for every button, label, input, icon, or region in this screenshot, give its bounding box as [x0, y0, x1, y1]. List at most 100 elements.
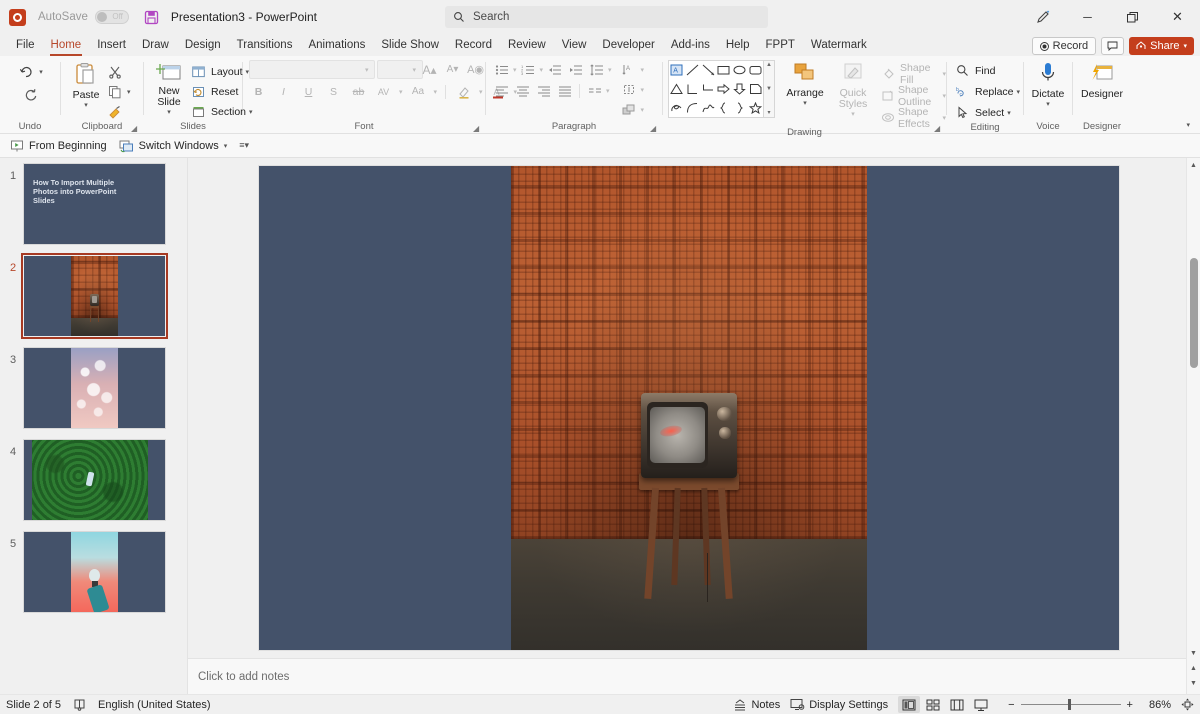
- restore-button[interactable]: [1110, 0, 1155, 34]
- bullets-chevron-down-icon[interactable]: ▾: [513, 66, 517, 74]
- paste-chevron-down-icon[interactable]: ▾: [84, 101, 88, 109]
- shapes-gallery-grid[interactable]: A: [668, 60, 764, 118]
- shapes-scroll-down-icon[interactable]: ▼: [766, 86, 772, 92]
- quick-styles-chevron-down-icon[interactable]: ▾: [851, 110, 855, 118]
- change-case-chevron-down-icon[interactable]: ▾: [434, 88, 438, 96]
- font-name-input[interactable]: [249, 60, 375, 79]
- shape-effects-chevron-down-icon[interactable]: ▾: [942, 114, 946, 122]
- canvas-vertical-scrollbar[interactable]: ▲ ▼ ▲ ▼: [1186, 158, 1200, 694]
- highlight-color-icon[interactable]: [454, 82, 473, 101]
- tab-review[interactable]: Review: [500, 35, 554, 56]
- increase-indent-icon[interactable]: [566, 60, 585, 79]
- replace-chevron-down-icon[interactable]: ▾: [1017, 88, 1021, 96]
- thumbnail-row-3[interactable]: 3: [0, 348, 187, 428]
- thumbnail-row-5[interactable]: 5: [0, 532, 187, 612]
- zoom-track[interactable]: [1020, 699, 1121, 710]
- shape-fill-chevron-down-icon[interactable]: ▾: [942, 70, 946, 78]
- font-dialog-launcher[interactable]: ◢: [473, 124, 482, 133]
- select-button[interactable]: Select ▾: [953, 103, 1011, 122]
- thumbnail-row-2[interactable]: 2: [0, 253, 187, 339]
- bold-icon[interactable]: B: [249, 82, 268, 101]
- align-left-icon[interactable]: [492, 81, 511, 100]
- cut-button[interactable]: [105, 62, 131, 81]
- slide-thumbnail-3[interactable]: [24, 348, 165, 428]
- decrease-font-icon[interactable]: A▾: [443, 60, 462, 79]
- slide-counter[interactable]: Slide 2 of 5: [6, 699, 61, 711]
- undo-button[interactable]: ▾: [17, 62, 43, 81]
- next-slide-icon[interactable]: ▼: [1187, 676, 1200, 690]
- text-direction-chevron-down-icon[interactable]: ▾: [641, 66, 645, 74]
- reading-view-icon[interactable]: [946, 696, 968, 713]
- tab-home[interactable]: Home: [43, 35, 90, 56]
- tab-animations[interactable]: Animations: [300, 35, 373, 56]
- new-slide-chevron-down-icon[interactable]: ▾: [167, 108, 171, 116]
- zoom-knob[interactable]: [1067, 699, 1071, 710]
- drawing-dialog-launcher[interactable]: ◢: [934, 124, 943, 133]
- line-spacing-icon[interactable]: [587, 60, 606, 79]
- save-icon[interactable]: [143, 9, 160, 26]
- tab-developer[interactable]: Developer: [594, 35, 662, 56]
- scrollbar-thumb[interactable]: [1190, 258, 1198, 368]
- justify-icon[interactable]: [555, 81, 574, 100]
- from-beginning-button[interactable]: From Beginning: [10, 139, 107, 153]
- tab-record[interactable]: Record: [447, 35, 500, 56]
- tab-add-ins[interactable]: Add-ins: [663, 35, 718, 56]
- slide-thumbnail-1[interactable]: How To Import Multiple Photos into Power…: [24, 164, 165, 244]
- select-chevron-down-icon[interactable]: ▾: [1007, 109, 1011, 117]
- character-spacing-icon[interactable]: AV: [374, 82, 393, 101]
- align-center-icon[interactable]: [513, 81, 532, 100]
- character-spacing-chevron-down-icon[interactable]: ▾: [399, 88, 403, 96]
- arrange-button[interactable]: Arrange ▾: [781, 60, 829, 107]
- smartart-chevron-down-icon[interactable]: ▾: [641, 106, 645, 114]
- decrease-indent-icon[interactable]: [545, 60, 564, 79]
- columns-icon[interactable]: [585, 81, 604, 100]
- text-shadow-icon[interactable]: S: [324, 82, 343, 101]
- shape-fill-button[interactable]: Shape Fill ▾: [881, 62, 946, 86]
- bullets-icon[interactable]: [492, 60, 511, 79]
- zoom-level-label[interactable]: 86%: [1149, 699, 1171, 711]
- dictate-button[interactable]: Dictate ▾: [1028, 59, 1069, 108]
- tab-insert[interactable]: Insert: [89, 35, 134, 56]
- zoom-slider[interactable]: − +: [1002, 699, 1139, 711]
- tab-transitions[interactable]: Transitions: [229, 35, 301, 56]
- language-indicator[interactable]: English (United States): [98, 699, 211, 711]
- format-painter-button[interactable]: [105, 102, 131, 121]
- slide-sorter-icon[interactable]: [922, 696, 944, 713]
- autosave-toggle[interactable]: Off: [94, 10, 129, 24]
- slide-thumbnail-2[interactable]: [21, 253, 168, 339]
- tab-design[interactable]: Design: [177, 35, 229, 56]
- align-text-chevron-down-icon[interactable]: ▾: [641, 86, 645, 94]
- tab-slide-show[interactable]: Slide Show: [373, 35, 447, 56]
- text-direction-icon[interactable]: A: [620, 60, 639, 79]
- slide-thumbnail-4[interactable]: [24, 440, 165, 520]
- comments-button[interactable]: [1101, 37, 1125, 55]
- notes-button[interactable]: Notes: [733, 699, 780, 711]
- share-chevron-down-icon[interactable]: ▾: [1183, 42, 1187, 50]
- numbering-icon[interactable]: 123: [519, 60, 538, 79]
- smartart-icon[interactable]: [620, 100, 639, 119]
- replace-button[interactable]: bc Replace ▾: [953, 82, 1020, 101]
- highlight-chevron-down-icon[interactable]: ▾: [479, 88, 483, 96]
- underline-icon[interactable]: U: [299, 82, 318, 101]
- dictate-chevron-down-icon[interactable]: ▾: [1046, 100, 1050, 108]
- shapes-gallery[interactable]: A ▲ ▼ ▾: [668, 60, 775, 118]
- paragraph-dialog-launcher[interactable]: ◢: [650, 124, 659, 133]
- slide-photo[interactable]: [511, 166, 867, 650]
- fit-to-window-icon[interactable]: [1181, 698, 1194, 711]
- normal-view-icon[interactable]: [898, 696, 921, 713]
- copy-chevron-down-icon[interactable]: ▾: [127, 88, 131, 96]
- tab-file[interactable]: File: [8, 35, 43, 56]
- collapse-ribbon-chevron-down-icon[interactable]: ▾: [1186, 121, 1190, 129]
- italic-icon[interactable]: I: [274, 82, 293, 101]
- tab-draw[interactable]: Draw: [134, 35, 177, 56]
- arrange-chevron-down-icon[interactable]: ▾: [803, 99, 807, 107]
- previous-slide-icon[interactable]: ▲: [1187, 661, 1200, 675]
- slide-thumbnail-pane[interactable]: 1 How To Import Multiple Photos into Pow…: [0, 158, 188, 694]
- redo-button[interactable]: [21, 84, 40, 103]
- slide-canvas[interactable]: [188, 158, 1186, 658]
- tab-fppt[interactable]: FPPT: [758, 35, 803, 56]
- strikethrough-icon[interactable]: ab: [349, 82, 368, 101]
- accessibility-checker-icon[interactable]: [73, 698, 86, 711]
- slide-show-icon[interactable]: [970, 696, 992, 713]
- columns-chevron-down-icon[interactable]: ▾: [606, 87, 610, 95]
